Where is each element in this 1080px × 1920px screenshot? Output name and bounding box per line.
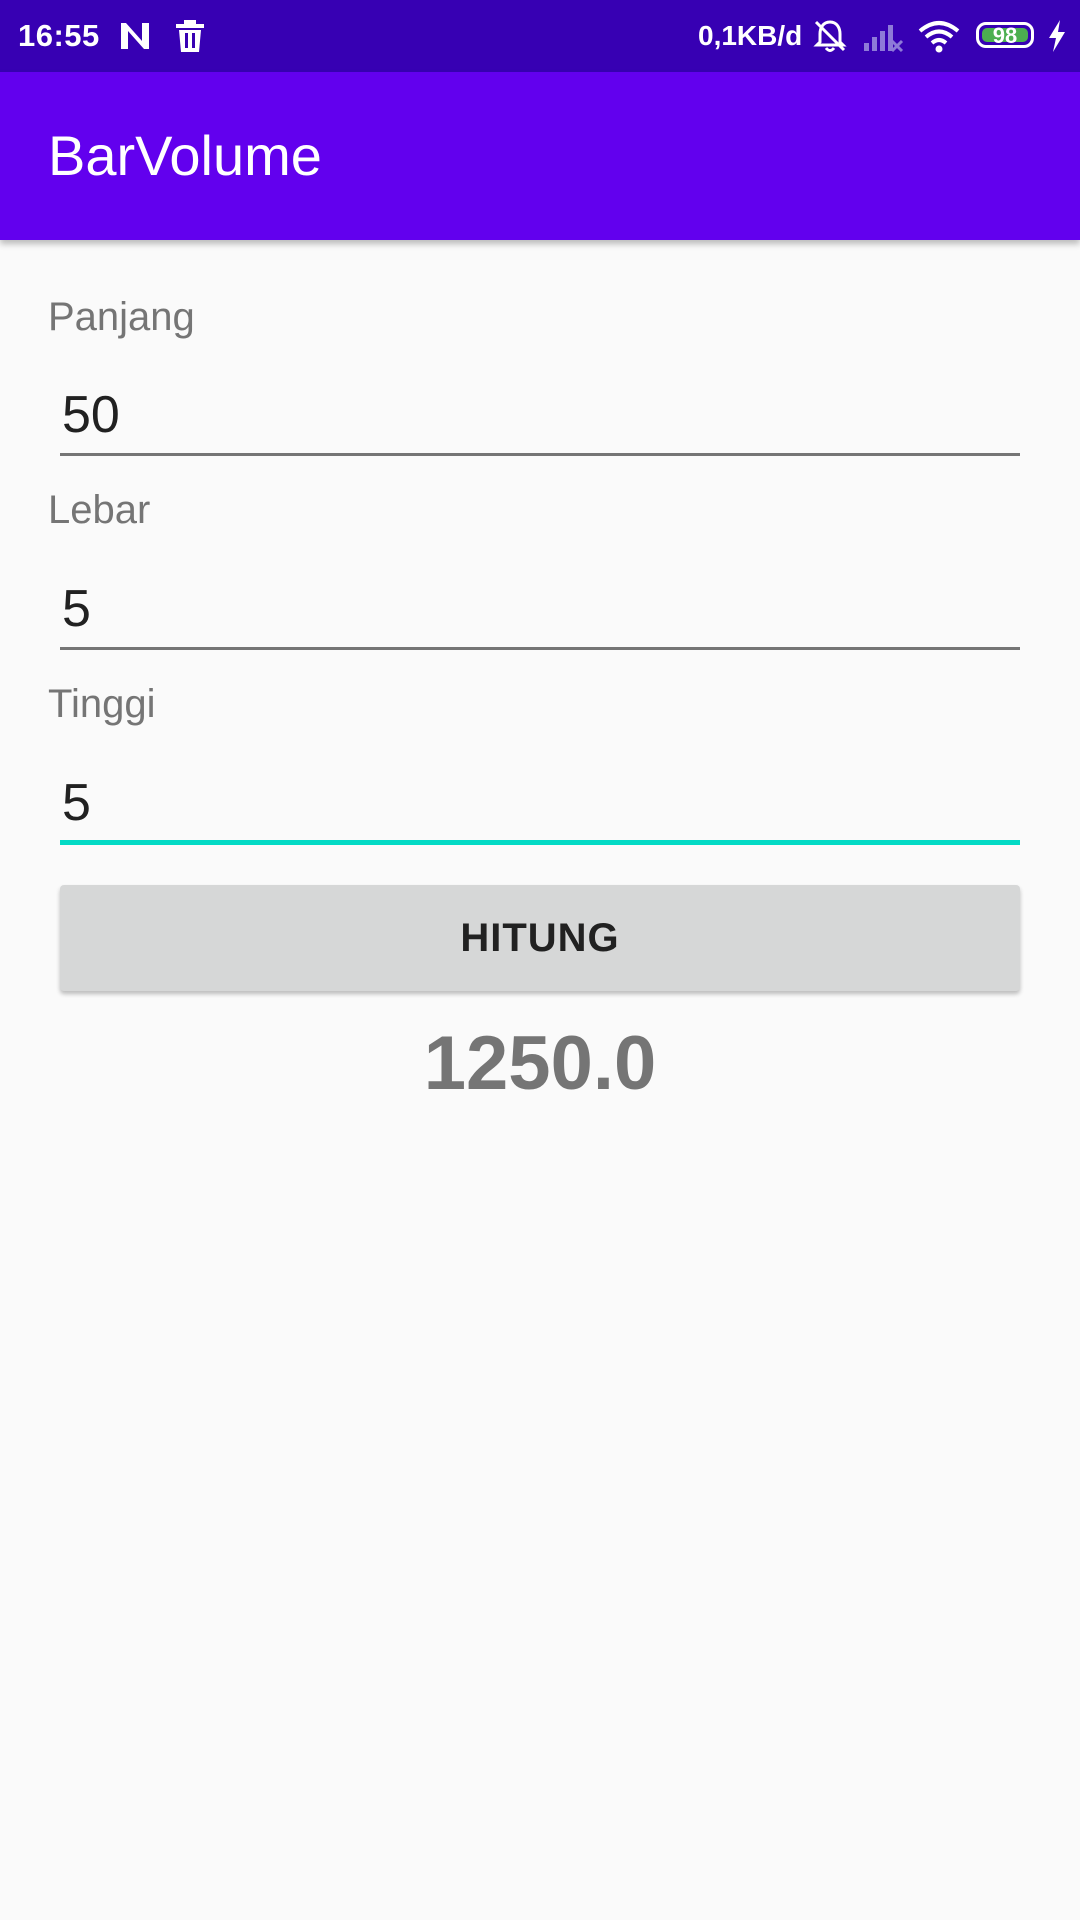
lebar-input[interactable]: [60, 570, 1020, 650]
charging-bolt-icon: [1046, 0, 1068, 72]
battery-icon: 98: [976, 22, 1034, 48]
wifi-icon: [918, 0, 960, 72]
n-notification-icon: [118, 0, 152, 72]
tinggi-label: Tinggi: [48, 682, 156, 726]
hitung-button[interactable]: HITUNG: [60, 885, 1020, 991]
panjang-label: Panjang: [48, 295, 195, 339]
result-value: 1250.0: [423, 1021, 657, 1106]
battery-level: 98: [992, 23, 1018, 48]
network-speed: 0,1KB/d: [698, 20, 803, 51]
trash-icon: [175, 0, 205, 72]
signal-no-service-icon: [862, 0, 904, 72]
status-time: 16:55: [18, 18, 100, 53]
mute-bell-icon: [812, 0, 848, 72]
status-bar: 16:55 0,1KB/d 98: [0, 0, 1080, 72]
lebar-label: Lebar: [48, 488, 151, 532]
app-title: BarVolume: [48, 124, 322, 187]
app-bar: BarVolume: [0, 72, 1080, 240]
tinggi-input[interactable]: [60, 765, 1020, 845]
panjang-input[interactable]: [60, 376, 1020, 456]
